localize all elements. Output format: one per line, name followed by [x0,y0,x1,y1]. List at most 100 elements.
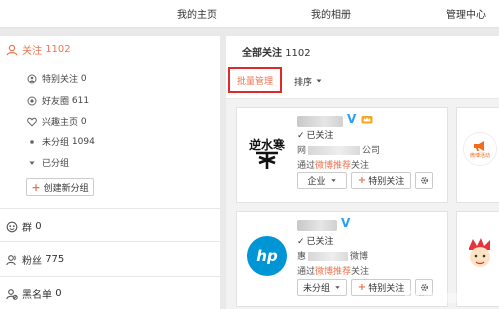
create-group-button[interactable]: + 创建新分组 [26,178,94,196]
sidebar-follow-label: 关注 [22,46,42,57]
friend-circle-icon [26,95,38,107]
group-chat-icon [6,221,18,233]
sidebar-item-follow[interactable]: 关注 1102 [6,42,71,57]
baidu-paw-logo-icon [404,289,496,305]
follow-main-panel: 全部关注 1102 批量管理 排序 逆水寒 V ✓ 已关注 网 公司 通过微博推… [226,36,499,309]
user-icon [6,44,18,56]
follow-card: 逆水寒 V ✓ 已关注 网公司 通过微博推荐关注 企业 + 特别关注 [236,107,448,203]
sidebar-fans-count: 775 [45,254,65,265]
sidebar-item-grouped[interactable]: 已分组 [26,156,69,169]
nav-manage-center[interactable]: 管理中心 [446,6,486,21]
avatar-glyph: hp [256,247,278,265]
avatar[interactable] [463,236,497,270]
verified-v-icon: V [341,216,351,230]
page-title-count: 1102 [285,48,311,59]
group-select-button[interactable]: 未分组 [297,279,347,296]
group-select-label: 企业 [307,177,326,187]
account-description: 惠 微博 [297,249,368,262]
sidebar-sub-label: 已分组 [42,159,70,169]
caret-down-icon [26,157,38,169]
sidebar-item-fans[interactable]: 粉丝 775 [6,252,64,267]
desc-suffix: 微博 [350,252,369,262]
sidebar-sub-label: 好友圈 [42,97,70,107]
sidebar-fans-label: 粉丝 [22,256,42,267]
nav-my-album[interactable]: 我的相册 [311,6,351,21]
desc-prefix: 网 [297,146,307,156]
special-follow-label: 特别关注 [368,177,405,187]
follow-card-partial: 微博活动 [456,107,499,203]
caret-down-icon [334,284,341,291]
sidebar-divider [0,241,220,242]
nav-my-home[interactable]: 我的主页 [177,6,217,21]
blurred-text [308,252,349,261]
group-select-button[interactable]: 企业 [297,172,347,189]
sidebar-sub-count: 0 [80,73,87,84]
caret-down-icon [330,177,337,184]
avatar-glyph: 逆水寒 [249,137,285,152]
sidebar-item-groups[interactable]: 群 0 [6,219,42,234]
sort-label: 排序 [294,78,313,88]
follow-status: ✓ 已关注 [297,128,334,141]
account-name[interactable] [297,116,343,127]
avatar-image: hp [256,247,278,265]
avatar[interactable]: 逆水寒 [247,132,287,172]
plus-icon: + [31,180,41,194]
cartoon-face-icon [469,238,490,267]
via-prefix: 通过 [297,267,316,277]
avatar-image: 逆水寒 [249,137,285,169]
special-follow-icon [26,73,38,85]
group-select-label: 未分组 [302,284,330,294]
account-description: 网 公司 [297,143,380,156]
sidebar-sub-label: 未分组 [42,138,70,148]
special-follow-button[interactable]: + 特别关注 [351,172,411,189]
plus-icon: + [357,282,367,293]
page-title: 全部关注 1102 [242,44,311,59]
sidebar-sub-label: 兴趣主页 [42,118,79,128]
sidebar-item-friend-circle[interactable]: 好友圈 611 [26,94,89,107]
batch-manage-button[interactable]: 批量管理 [228,67,282,93]
caret-down-icon [315,77,323,88]
settings-button[interactable] [415,172,433,189]
sidebar-divider [0,208,220,209]
account-name[interactable] [297,220,337,231]
blacklist-icon [6,288,18,300]
via-suffix: 关注 [351,161,370,171]
desc-suffix: 公司 [362,146,381,156]
sidebar-item-interest-pages[interactable]: 兴趣主页 0 [26,115,87,128]
vip-crown-icon [361,114,373,124]
plus-icon: + [357,175,367,186]
avatar[interactable]: 微博活动 [463,132,497,166]
follow-list: 逆水寒 V ✓ 已关注 网公司 通过微博推荐关注 企业 + 特别关注 hp V … [226,99,499,309]
via-link[interactable]: 微博推荐 [315,267,351,277]
create-group-label: 创建新分组 [43,183,89,194]
watermark-logo [400,286,499,309]
sidebar-groups-label: 群 [22,223,32,234]
top-nav: 我的主页 我的相册 管理中心 [0,0,499,28]
sidebar-sub-count: 1094 [71,136,95,147]
sidebar-blacklist-label: 黑名单 [22,290,52,301]
sidebar-sub-count: 0 [80,116,87,127]
sidebar-follow-count: 1102 [45,44,71,55]
follow-status: ✓ 已关注 [297,234,334,247]
sidebar-item-blacklist[interactable]: 黑名单 0 [6,286,62,301]
sort-dropdown[interactable]: 排序 [294,75,323,88]
follow-source: 通过微博推荐关注 [297,264,369,277]
avatar[interactable]: hp [247,236,287,276]
sidebar-item-ungrouped[interactable]: 未分组 1094 [26,135,95,148]
sidebar-divider [0,276,220,277]
follow-status-text: 已关注 [306,237,334,247]
sidebar-sub-count: 611 [71,95,90,106]
via-link[interactable]: 微博推荐 [315,161,351,171]
via-suffix: 关注 [351,267,370,277]
via-prefix: 通过 [297,161,316,171]
avatar-caption: 微博活动 [469,152,490,159]
sidebar-groups-count: 0 [35,221,42,232]
sidebar-sub-label: 特别关注 [42,75,79,85]
sidebar-item-special-follow[interactable]: 特别关注 0 [26,72,87,85]
heart-icon [26,116,38,128]
sidebar: 关注 1102 特别关注 0 好友圈 611 兴趣主页 0 未分组 1094 已… [0,36,220,309]
megaphone-icon [472,140,488,152]
sidebar-blacklist-count: 0 [55,288,62,299]
special-follow-label: 特别关注 [368,284,405,294]
blurred-text [308,146,361,155]
